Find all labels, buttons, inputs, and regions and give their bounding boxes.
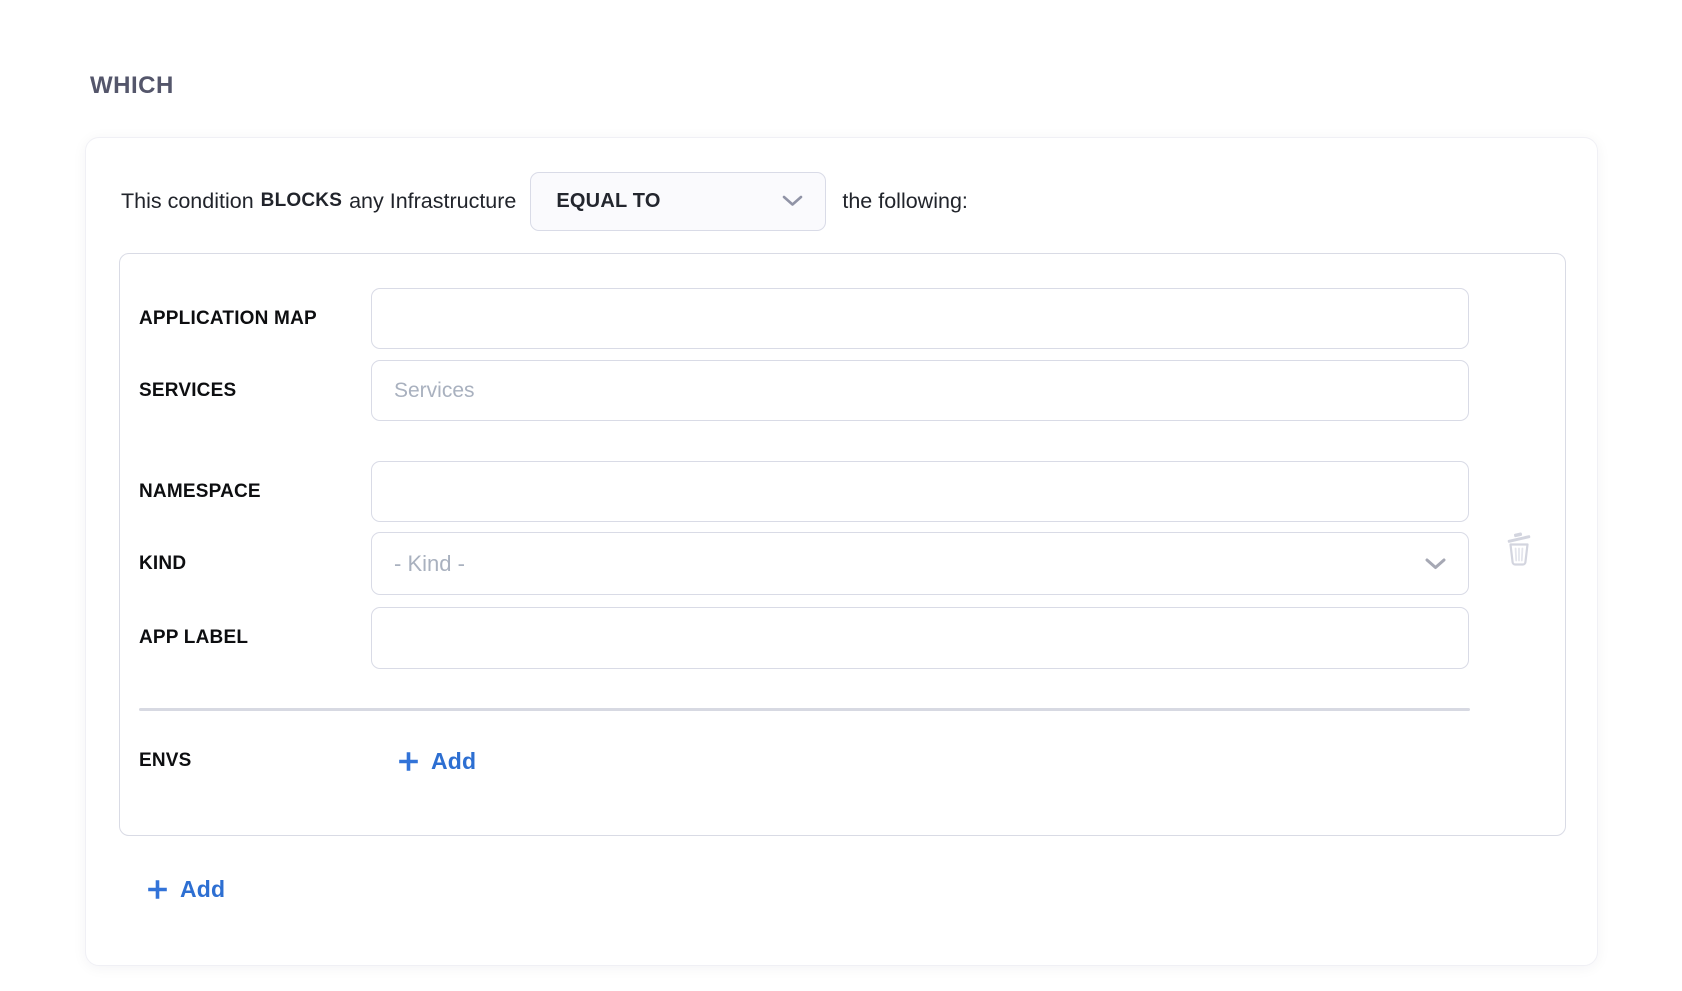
sentence-prefix: This condition	[121, 189, 254, 214]
field-label: SERVICES	[139, 378, 371, 403]
namespace-input[interactable]	[371, 461, 1469, 522]
condition-sentence: This condition BLOCKS any Infrastructure…	[121, 171, 968, 231]
delete-block-button[interactable]	[1498, 524, 1540, 572]
kind-select[interactable]: - Kind -	[371, 532, 1469, 595]
app-label-input[interactable]	[371, 607, 1469, 669]
kind-select-placeholder: - Kind -	[394, 551, 465, 577]
add-scope-block-button[interactable]: Add	[146, 876, 225, 903]
plus-icon	[146, 878, 169, 901]
field-label: KIND	[139, 551, 371, 576]
condition-card: This condition BLOCKS any Infrastructure…	[85, 137, 1598, 966]
sentence-middle: any Infrastructure	[349, 189, 516, 214]
field-row-envs: ENVS Add	[139, 732, 476, 790]
section-heading-which: WHICH	[90, 72, 174, 100]
plus-icon	[397, 750, 420, 773]
chevron-down-icon	[1425, 558, 1446, 570]
field-row-app-label: APP LABEL	[139, 607, 1469, 669]
chevron-down-icon	[782, 195, 803, 207]
operator-select[interactable]: EQUAL TO	[530, 172, 826, 231]
envs-add-button[interactable]: Add	[397, 748, 476, 775]
field-row-namespace: NAMESPACE	[139, 461, 1469, 522]
services-input[interactable]	[371, 360, 1469, 421]
field-row-services: SERVICES	[139, 360, 1469, 421]
field-row-kind: KIND - Kind -	[139, 532, 1469, 595]
field-label: NAMESPACE	[139, 479, 371, 504]
field-label: ENVS	[139, 748, 371, 773]
divider	[139, 708, 1470, 711]
sentence-verb: BLOCKS	[260, 190, 343, 212]
scope-panel: APPLICATION MAP SERVICES NAMESPACE KIND	[119, 253, 1566, 836]
sentence-suffix: the following:	[842, 189, 968, 214]
application-map-input[interactable]	[371, 288, 1469, 349]
field-label: APP LABEL	[139, 625, 371, 650]
field-row-application-map: APPLICATION MAP	[139, 288, 1469, 349]
operator-select-value: EQUAL TO	[556, 190, 660, 213]
field-label: APPLICATION MAP	[139, 306, 371, 331]
trash-icon	[1504, 528, 1534, 568]
